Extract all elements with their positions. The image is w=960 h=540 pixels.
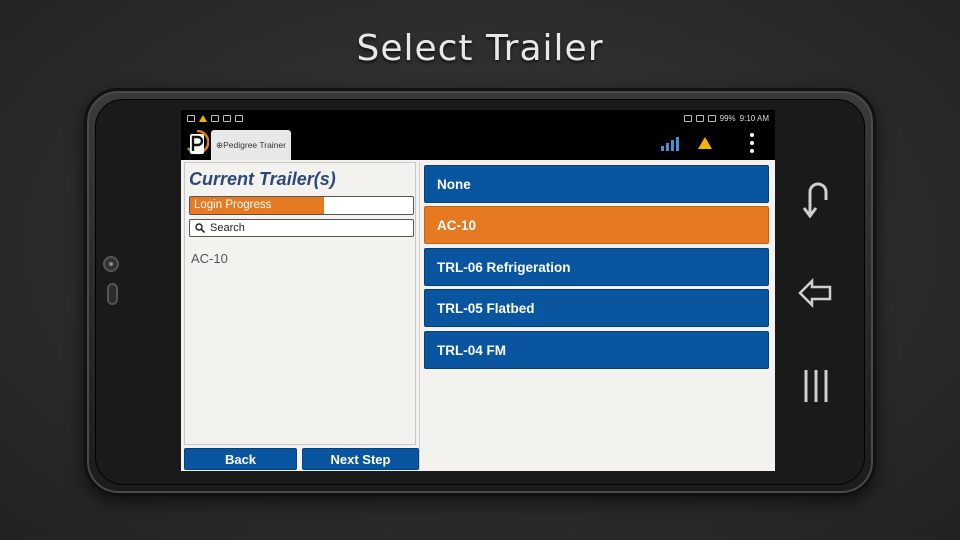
search-icon (195, 223, 205, 233)
back-button[interactable]: Back (184, 448, 297, 470)
search-box[interactable] (189, 219, 414, 237)
tab-pedigree-trainer[interactable]: ⊕Pedigree Trainer (211, 130, 291, 160)
notification-icon (187, 115, 195, 122)
trailer-list-panel: None AC-10 TRL-06 Refrigeration TRL-05 F… (419, 162, 774, 470)
overflow-menu-icon[interactable] (749, 133, 755, 155)
back-arrow-icon[interactable] (796, 273, 836, 313)
search-input[interactable] (210, 222, 400, 234)
trailer-option-trl-06[interactable]: TRL-06 Refrigeration (424, 248, 769, 286)
login-progress-bar: Login Progress (189, 196, 414, 215)
battery-level: 99% (719, 114, 736, 123)
trailer-option-none[interactable]: None (424, 165, 769, 203)
app-icon (235, 115, 243, 122)
trailer-option-trl-04[interactable]: TRL-04 FM (424, 331, 769, 369)
panel-heading: Current Trailer(s) (189, 169, 336, 189)
progress-label: Login Progress (194, 199, 272, 211)
slide-title: Select Trailer (356, 28, 604, 69)
clock: 9:10 AM (739, 114, 769, 123)
current-trailer-item[interactable]: AC-10 (191, 251, 228, 266)
camera-icon (103, 256, 119, 272)
status-bar: 99% 9:10 AM (181, 110, 775, 127)
device-screen: 99% 9:10 AM ⊕Pedigree Trainer Current Tr… (181, 110, 775, 471)
sensor (107, 283, 118, 305)
signal-icon (661, 137, 679, 151)
app-logo-icon (186, 130, 209, 155)
warning-icon (199, 115, 207, 122)
menu-lines-icon[interactable] (796, 366, 836, 406)
trailer-option-ac-10[interactable]: AC-10 (424, 206, 769, 244)
return-icon[interactable] (796, 180, 836, 220)
location-icon (683, 115, 692, 122)
trailer-option-trl-05[interactable]: TRL-05 Flatbed (424, 289, 769, 327)
image-icon (211, 115, 219, 122)
bluetooth-icon (695, 115, 704, 122)
next-step-button[interactable]: Next Step (302, 448, 419, 470)
app-bar: ⊕Pedigree Trainer (181, 127, 775, 160)
alert-icon[interactable] (697, 136, 713, 150)
gallery-icon (223, 115, 231, 122)
wifi-icon (707, 115, 716, 122)
current-trailers-panel: Current Trailer(s) Login Progress AC-10 (184, 162, 416, 445)
